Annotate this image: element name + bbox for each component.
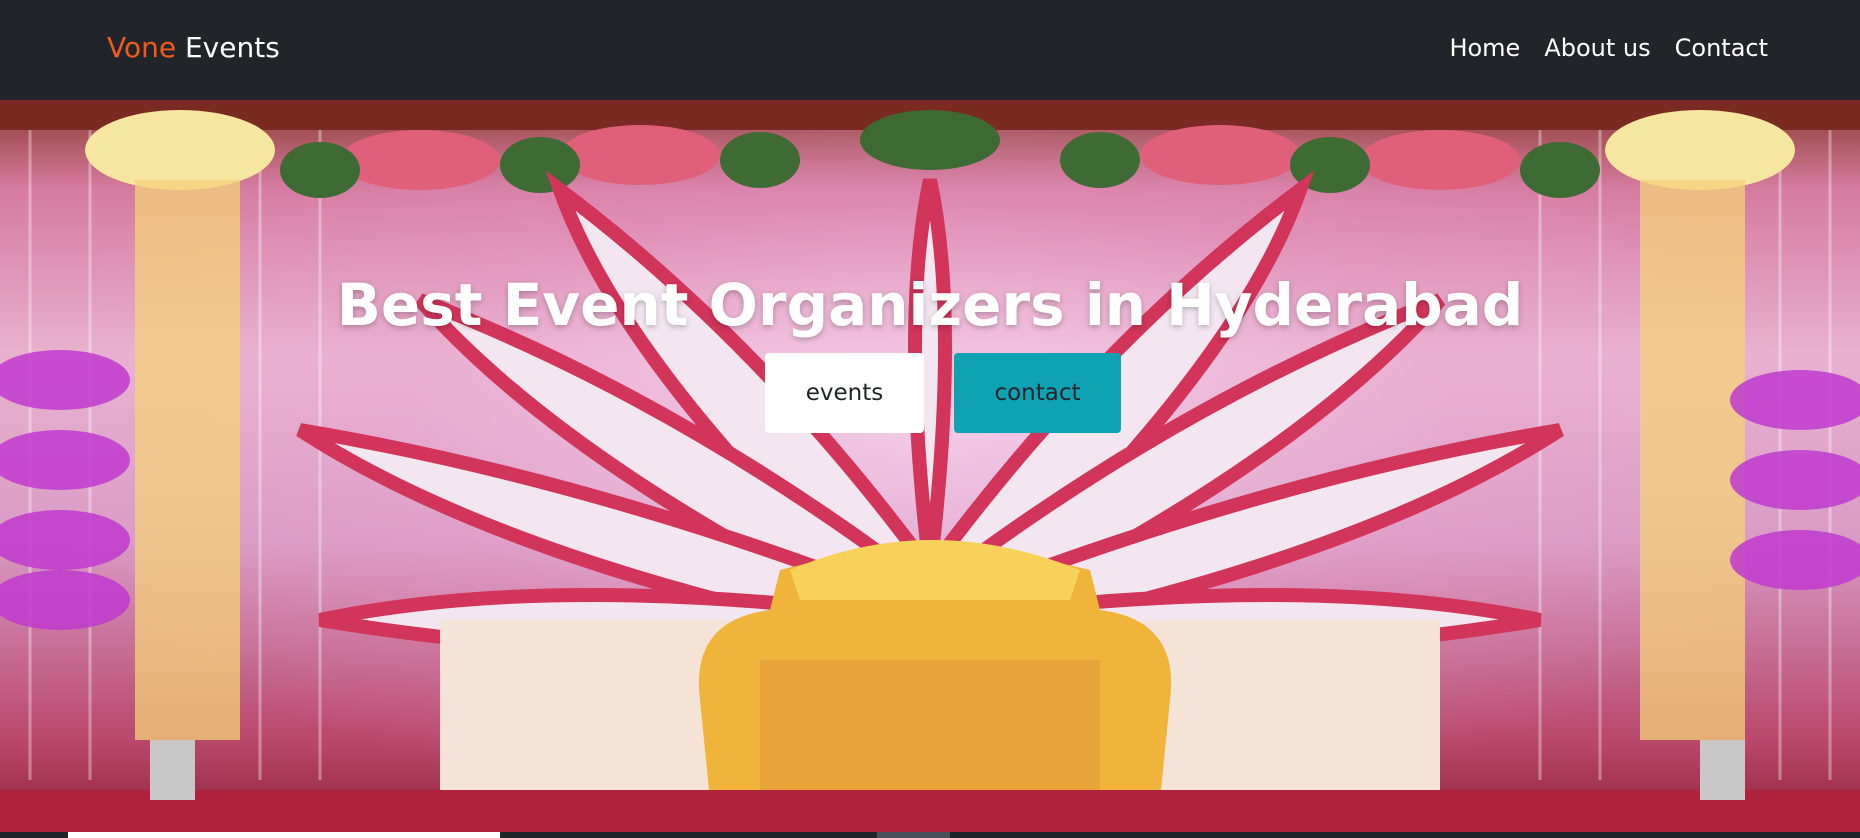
scroll-indicator[interactable] <box>877 832 950 838</box>
bottom-bar-segment <box>68 832 500 838</box>
nav-contact[interactable]: Contact <box>1675 30 1768 66</box>
brand-accent: Vone <box>107 31 177 64</box>
brand-logo[interactable]: Vone Events <box>107 30 280 66</box>
hero-background-image <box>0 100 1860 832</box>
events-button[interactable]: events <box>765 353 924 433</box>
nav-about-us[interactable]: About us <box>1544 30 1650 66</box>
contact-button[interactable]: contact <box>954 353 1121 433</box>
hero-title: Best Event Organizers in Hyderabad <box>336 271 1524 339</box>
nav-home[interactable]: Home <box>1449 30 1520 66</box>
nav-links: Home About us Contact <box>1449 30 1768 66</box>
brand-name: Events <box>176 31 280 64</box>
hero-section: Best Event Organizers in Hyderabad event… <box>0 100 1860 832</box>
navbar: Vone Events Home About us Contact <box>0 0 1860 100</box>
